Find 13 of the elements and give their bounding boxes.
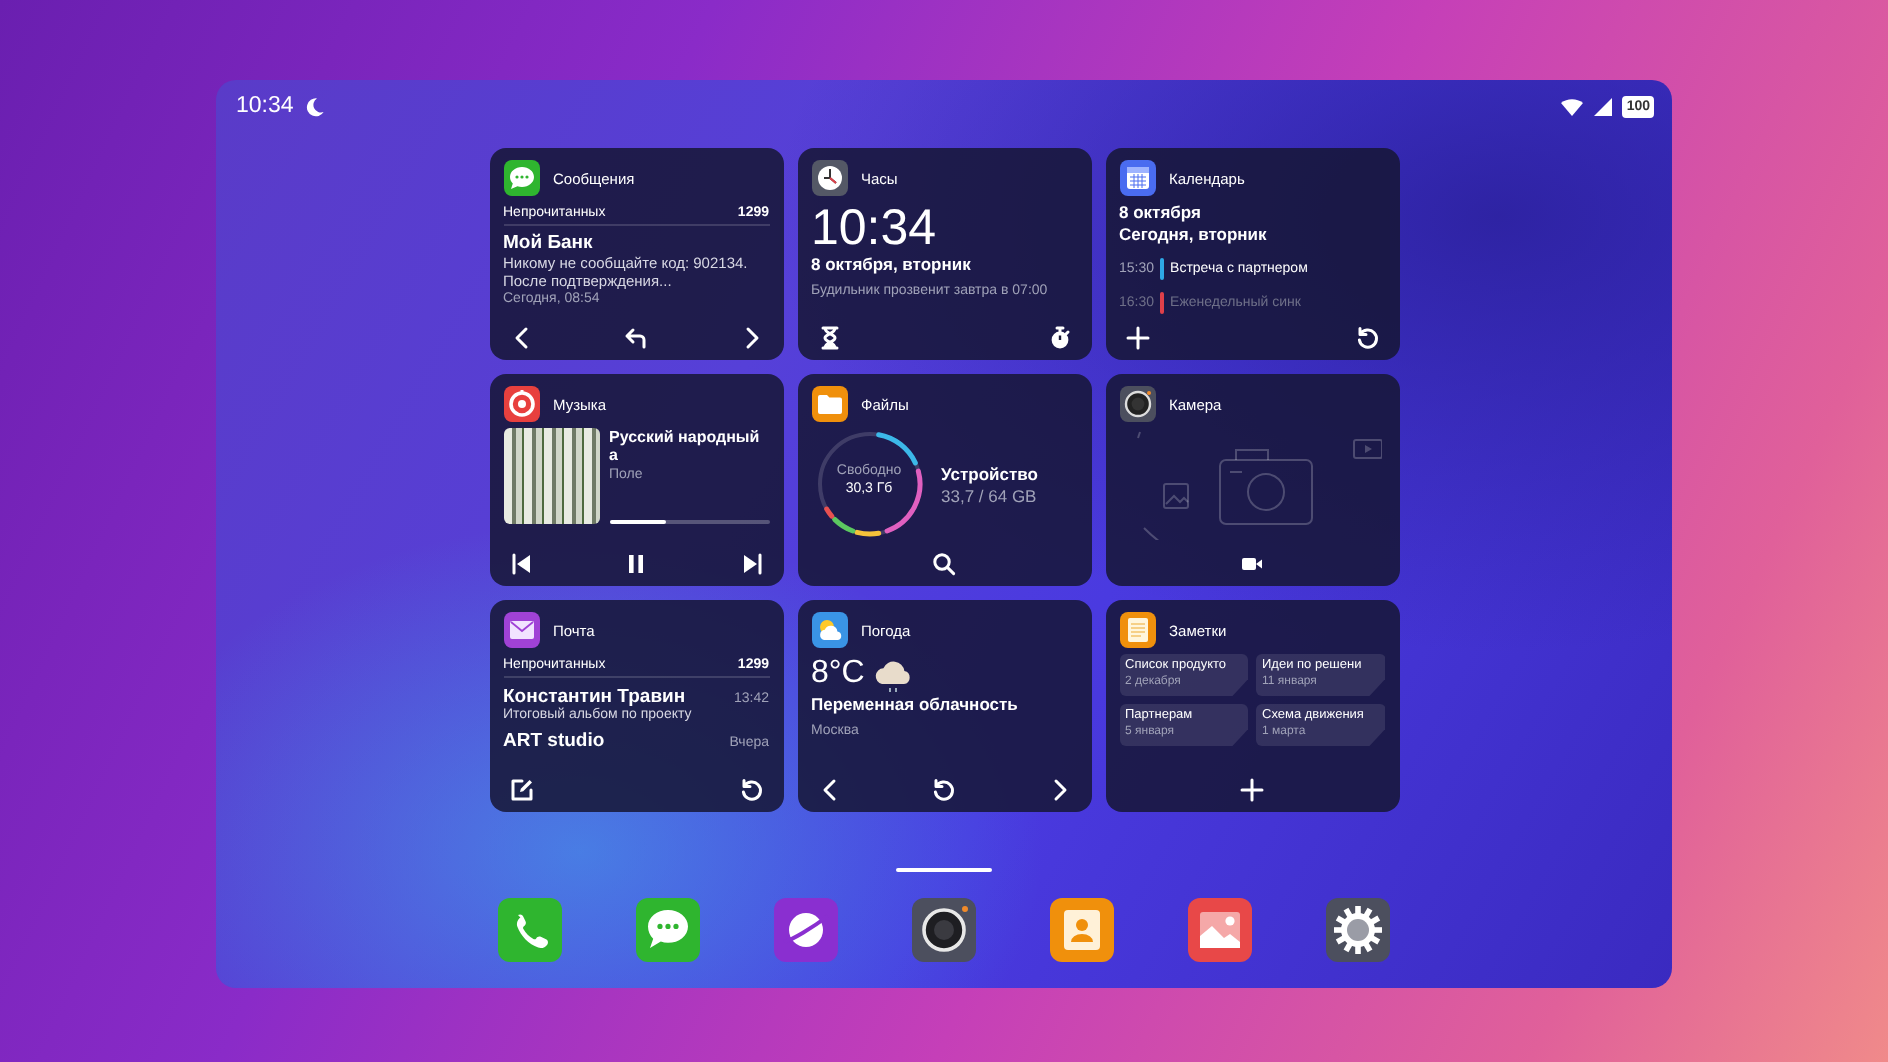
status-time: 10:34	[236, 94, 294, 118]
weather-condition: Переменная облачность	[811, 694, 1020, 716]
device-name: Устройство	[941, 463, 1038, 485]
sender-name[interactable]: ART studio	[503, 730, 605, 752]
calendar-date: 8 октября	[1119, 202, 1203, 224]
storage-usage: 33,7 / 64 GB	[941, 485, 1038, 505]
track-title: Русский народный а	[609, 428, 762, 464]
sender-name[interactable]: Константин Травин	[503, 686, 686, 708]
calendar-day: Сегодня, вторник	[1119, 224, 1385, 246]
sender-name: Мой Банк	[503, 232, 595, 254]
temperature: 8°C	[811, 656, 865, 692]
clock-time: 10:34	[811, 202, 939, 254]
clock-date: 8 октября, вторник	[811, 254, 973, 276]
